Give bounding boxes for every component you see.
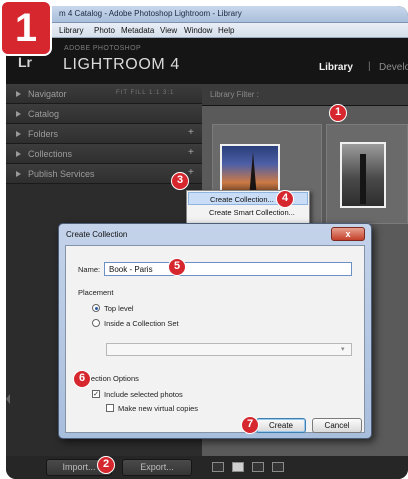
callout-6: 6 — [73, 370, 91, 388]
callout-1: 1 — [329, 104, 347, 122]
collection-set-select[interactable]: ▾ — [106, 343, 352, 356]
panel-label: Folders — [28, 129, 59, 139]
disclosure-triangle-icon — [16, 151, 21, 157]
dialog-title: Create Collection — [66, 230, 128, 239]
inside-collection-set-radio[interactable] — [92, 319, 100, 327]
dialog-body: Name: Book - Paris Placement Top level I… — [65, 245, 365, 433]
plus-icon[interactable]: + — [188, 167, 194, 178]
panel-label: Navigator — [28, 89, 67, 99]
collection-name-value: Book - Paris — [109, 265, 153, 274]
callout-2: 2 — [97, 456, 115, 474]
include-selected-label: Include selected photos — [104, 390, 183, 399]
panel-label: Collections — [28, 149, 73, 159]
placement-label: Placement — [78, 288, 114, 297]
survey-view-icon[interactable] — [272, 462, 284, 472]
panel-collections[interactable]: Collections + — [6, 144, 202, 164]
menu-help[interactable]: Help — [218, 26, 234, 35]
disclosure-triangle-icon — [16, 111, 21, 117]
virtual-copies-label: Make new virtual copies — [118, 404, 199, 413]
grid-view-icon[interactable] — [212, 462, 224, 472]
window-title-bar: m 4 Catalog - Adobe Photoshop Lightroom … — [6, 6, 408, 23]
menu-bar: Library Photo Metadata View Window Help — [6, 23, 408, 38]
create-button[interactable]: Create — [256, 418, 306, 433]
collapse-panel-arrow-icon[interactable] — [6, 394, 10, 404]
dropdown-arrow-icon: ▾ — [341, 346, 345, 353]
plus-icon[interactable]: + — [188, 127, 194, 138]
top-level-radio[interactable] — [92, 304, 100, 312]
loupe-view-icon[interactable] — [232, 462, 244, 472]
top-level-label: Top level — [104, 304, 134, 313]
close-icon[interactable]: x — [331, 227, 365, 241]
library-filter-label: Library Filter : — [210, 90, 259, 99]
compare-view-icon[interactable] — [252, 462, 264, 472]
module-library-tab[interactable]: Library — [319, 62, 353, 73]
export-button[interactable]: Export... — [122, 459, 192, 476]
brand-label: ADOBE PHOTOSHOP — [64, 45, 142, 52]
menu-window[interactable]: Window — [184, 26, 212, 35]
panel-label: Publish Services — [28, 169, 95, 179]
create-collection-dialog: Create Collection x Name: Book - Paris P… — [58, 223, 372, 439]
collection-name-input[interactable]: Book - Paris — [104, 262, 352, 276]
product-name: LIGHTROOM 4 — [63, 56, 180, 73]
virtual-copies-checkbox[interactable] — [106, 404, 114, 412]
panel-catalog[interactable]: Catalog — [6, 104, 202, 124]
plus-icon[interactable]: + — [188, 147, 194, 158]
lr-logo-icon: Lr — [18, 54, 32, 70]
panel-navigator[interactable]: Navigator FIT FILL 1:1 3:1 — [6, 84, 202, 104]
callout-5: 5 — [168, 258, 186, 276]
panel-folders[interactable]: Folders + — [6, 124, 202, 144]
disclosure-triangle-icon — [16, 131, 21, 137]
disclosure-triangle-icon — [16, 91, 21, 97]
menu-create-smart-collection[interactable]: Create Smart Collection... — [188, 206, 308, 219]
panel-label: Catalog — [28, 109, 60, 119]
library-filter-bar: Library Filter : — [202, 84, 408, 106]
street-lamp-image — [360, 154, 366, 204]
callout-7: 7 — [241, 416, 259, 434]
window-title: m 4 Catalog - Adobe Photoshop Lightroom … — [59, 9, 242, 18]
step-number-badge: 1 — [0, 0, 52, 56]
menu-metadata[interactable]: Metadata — [121, 26, 154, 35]
cancel-button[interactable]: Cancel — [312, 418, 362, 433]
inside-collection-set-label: Inside a Collection Set — [104, 319, 179, 328]
callout-3: 3 — [171, 172, 189, 190]
module-develop-tab[interactable]: Develo — [379, 62, 408, 73]
callout-4: 4 — [276, 190, 294, 208]
name-label: Name: — [78, 265, 101, 274]
navigator-zoom-options[interactable]: FIT FILL 1:1 3:1 — [116, 90, 174, 96]
module-separator: | — [368, 61, 371, 72]
identity-plate: Lr ADOBE PHOTOSHOP LIGHTROOM 4 Library |… — [6, 38, 408, 84]
disclosure-triangle-icon — [16, 171, 21, 177]
include-selected-checkbox[interactable]: ✓ — [92, 390, 100, 398]
menu-photo[interactable]: Photo — [94, 26, 115, 35]
menu-library[interactable]: Library — [59, 26, 83, 35]
photo-thumbnail[interactable] — [340, 142, 386, 208]
menu-view[interactable]: View — [160, 26, 177, 35]
bottom-toolbar: Import... Export... — [6, 456, 408, 479]
